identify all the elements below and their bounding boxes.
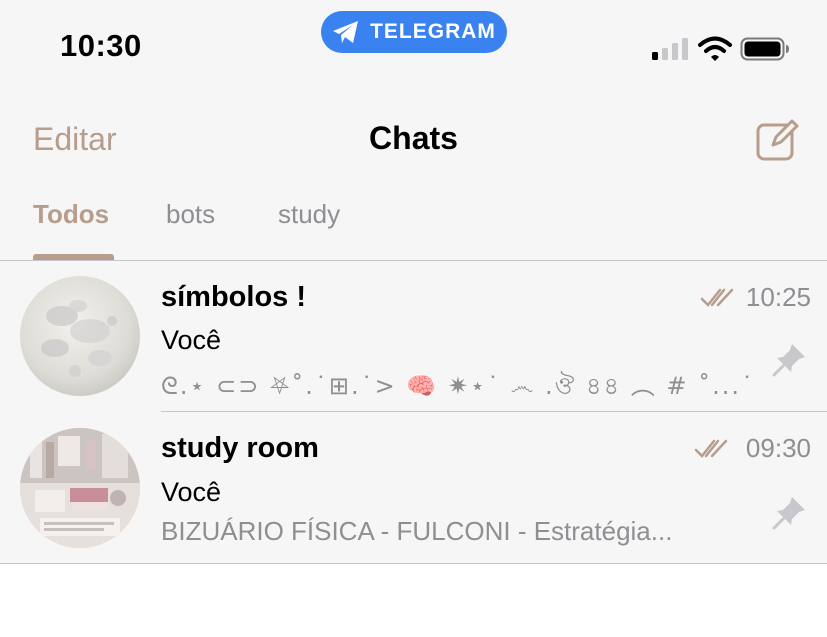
chat-preview: ᘓ.⋆ ⊂⊃ ⛧˚.˙⊞.˙> 🧠 ✷⋆˙ ෴ .ঔ ৪৪ ︵ # ˚...˙ xyxy=(161,372,755,400)
chat-sender: Você xyxy=(161,325,222,355)
banner-label: TELEGRAM xyxy=(370,20,496,43)
chat-sender: Você xyxy=(161,477,222,507)
telegram-banner[interactable]: TELEGRAM xyxy=(321,11,507,53)
divider xyxy=(0,563,827,564)
wifi-icon xyxy=(698,36,732,61)
tab-study[interactable]: study xyxy=(278,199,340,230)
avatar xyxy=(20,276,140,396)
tab-todos[interactable]: Todos xyxy=(33,199,109,230)
chat-time: 09:30 xyxy=(745,433,811,463)
status-time: 10:30 xyxy=(60,28,142,63)
telegram-icon xyxy=(333,21,359,43)
study-room-avatar-image xyxy=(20,428,140,548)
chat-time: 10:25 xyxy=(745,282,811,312)
chat-row-simbolos[interactable]: símbolos ! 10:25 Você ᘓ.⋆ ⊂⊃ ⛧˚.˙⊞.˙> 🧠 … xyxy=(0,261,827,412)
chat-preview: BIZUÁRIO FÍSICA - FULCONI - Estratégia..… xyxy=(161,516,673,546)
moon-avatar-image xyxy=(20,276,140,396)
chat-name: símbolos ! xyxy=(161,281,307,313)
cellular-signal-icon xyxy=(652,38,688,60)
tab-bots[interactable]: bots xyxy=(166,199,215,230)
page-title: Chats xyxy=(369,120,458,156)
pin-icon xyxy=(772,344,805,377)
double-check-icon xyxy=(694,439,728,458)
chat-row-study-room[interactable]: study room 09:30 Você BIZUÁRIO FÍSICA - … xyxy=(0,412,827,564)
pin-icon xyxy=(772,497,805,530)
compose-icon[interactable] xyxy=(755,118,799,162)
double-check-icon xyxy=(700,288,734,307)
avatar xyxy=(20,428,140,548)
chat-name: study room xyxy=(161,432,319,464)
battery-icon xyxy=(740,37,789,61)
